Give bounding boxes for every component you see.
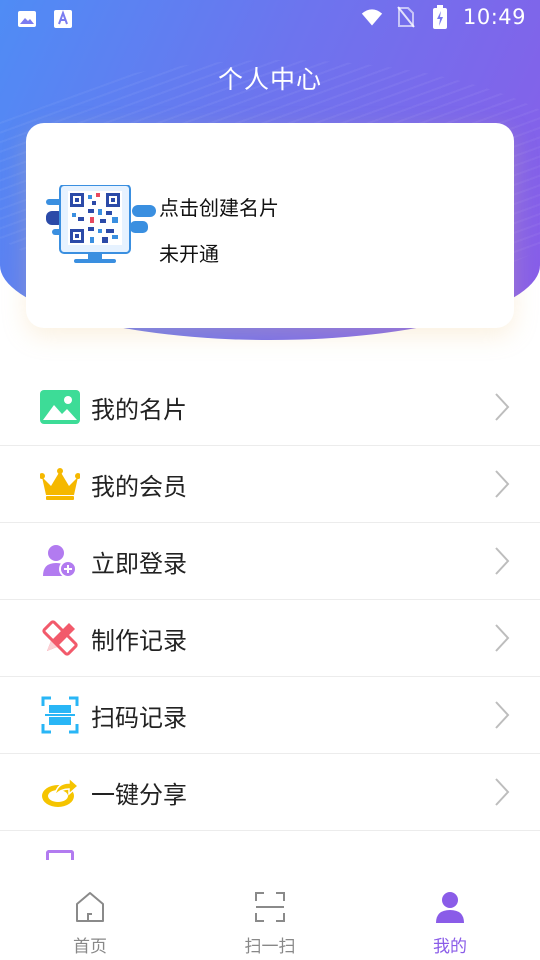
crown-icon: [40, 464, 80, 504]
image-card-icon: [40, 387, 80, 427]
scan-frame-icon: [255, 892, 285, 922]
menu-item-label: 我的会员: [91, 472, 187, 501]
menu-item-membership[interactable]: 我的会员: [0, 446, 540, 523]
image-icon: [16, 8, 38, 30]
menu-list: 我的名片 我的会员 立即登录 制作记录 扫码记录 一键分享: [0, 369, 540, 831]
menu-item-creation-records[interactable]: 制作记录: [0, 600, 540, 677]
qr-code-card-icon: [46, 184, 158, 265]
page-title: 个人中心: [217, 65, 322, 94]
chevron-right-icon: [495, 778, 510, 806]
menu-item-label: 立即登录: [91, 549, 187, 578]
share-icon: [40, 772, 80, 812]
user-add-icon: [40, 541, 80, 581]
menu-item-share[interactable]: 一键分享: [0, 754, 540, 831]
chevron-right-icon: [495, 470, 510, 498]
nav-mine[interactable]: 我的: [360, 862, 540, 960]
create-card-title[interactable]: 点击创建名片: [159, 192, 279, 221]
menu-item-scan-records[interactable]: 扫码记录: [0, 677, 540, 754]
bottom-navigation: 首页 扫一扫 我的: [0, 862, 540, 960]
chevron-right-icon: [495, 393, 510, 421]
status-bar: 10:49: [0, 0, 540, 36]
nav-label: 我的: [433, 937, 467, 957]
font-a-icon: [52, 8, 74, 30]
membership-status: 未开通: [159, 242, 219, 266]
menu-item-login[interactable]: 立即登录: [0, 523, 540, 600]
chevron-right-icon: [495, 701, 510, 729]
nav-scan[interactable]: 扫一扫: [180, 862, 360, 960]
nav-label: 首页: [73, 937, 107, 957]
menu-item-label: 一键分享: [91, 780, 187, 809]
scan-icon: [40, 695, 80, 735]
menu-item-label: 我的名片: [91, 395, 187, 424]
menu-item-my-card[interactable]: 我的名片: [0, 369, 540, 446]
chevron-right-icon: [495, 624, 510, 652]
pencil-ruler-icon: [40, 618, 80, 658]
battery-charging-icon: [429, 5, 451, 29]
wifi-icon: [361, 6, 383, 28]
chevron-right-icon: [495, 547, 510, 575]
person-icon: [436, 892, 464, 923]
nav-label: 扫一扫: [244, 937, 296, 957]
status-time: 10:49: [462, 5, 526, 29]
home-icon: [76, 892, 104, 922]
nav-home[interactable]: 首页: [0, 862, 180, 960]
partial-menu-icon: [46, 850, 74, 860]
menu-item-label: 扫码记录: [91, 703, 187, 732]
menu-item-label: 制作记录: [91, 626, 187, 655]
no-sim-icon: [395, 6, 417, 28]
profile-card[interactable]: 点击创建名片 未开通: [26, 123, 514, 328]
